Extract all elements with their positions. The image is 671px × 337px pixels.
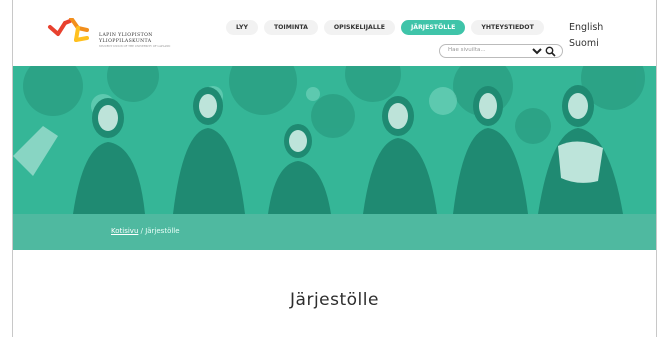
search-placeholder: Hae sivuilta... xyxy=(448,47,486,53)
logo-tagline: STUDENT UNION OF THE UNIVERSITY OF LAPLA… xyxy=(99,45,171,48)
breadcrumb-current: Järjestölle xyxy=(145,227,180,235)
nav-item-jarjestolle[interactable]: JÄRJESTÖLLE xyxy=(400,20,466,35)
breadcrumb-trail: Kotisivu / Järjestölle xyxy=(111,227,180,235)
page-title: Järjestölle xyxy=(290,290,379,310)
nav-item-opiskelijalle[interactable]: OPISKELIJALLE xyxy=(323,20,395,35)
breadcrumb-home-link[interactable]: Kotisivu xyxy=(111,227,138,235)
chevron-down-icon[interactable] xyxy=(531,46,543,56)
nav-item-yhteystiedot[interactable]: YHTEYSTIEDOT xyxy=(471,20,544,35)
hero-students-photo xyxy=(13,66,656,214)
site-header: LAPIN YLIOPISTON YLIOPPILASKUNTA STUDENT… xyxy=(13,0,656,66)
search-icon[interactable] xyxy=(545,46,556,57)
nav-item-lyy[interactable]: LYY xyxy=(226,20,258,35)
language-finnish[interactable]: Suomi xyxy=(569,38,599,49)
breadcrumb: Kotisivu / Järjestölle xyxy=(13,214,656,250)
language-english[interactable]: English xyxy=(569,22,603,33)
logo-wordmark: LAPIN YLIOPISTON YLIOPPILASKUNTA STUDENT… xyxy=(99,33,170,50)
main-nav: LYY TOIMINTA OPISKELIJALLE JÄRJESTÖLLE Y… xyxy=(226,20,544,38)
nav-item-toiminta[interactable]: TOIMINTA xyxy=(263,20,318,35)
hero-image xyxy=(13,66,656,214)
browser-viewport: LAPIN YLIOPISTON YLIOPPILASKUNTA STUDENT… xyxy=(12,0,657,337)
search-field[interactable]: Hae sivuilta... xyxy=(439,44,563,58)
